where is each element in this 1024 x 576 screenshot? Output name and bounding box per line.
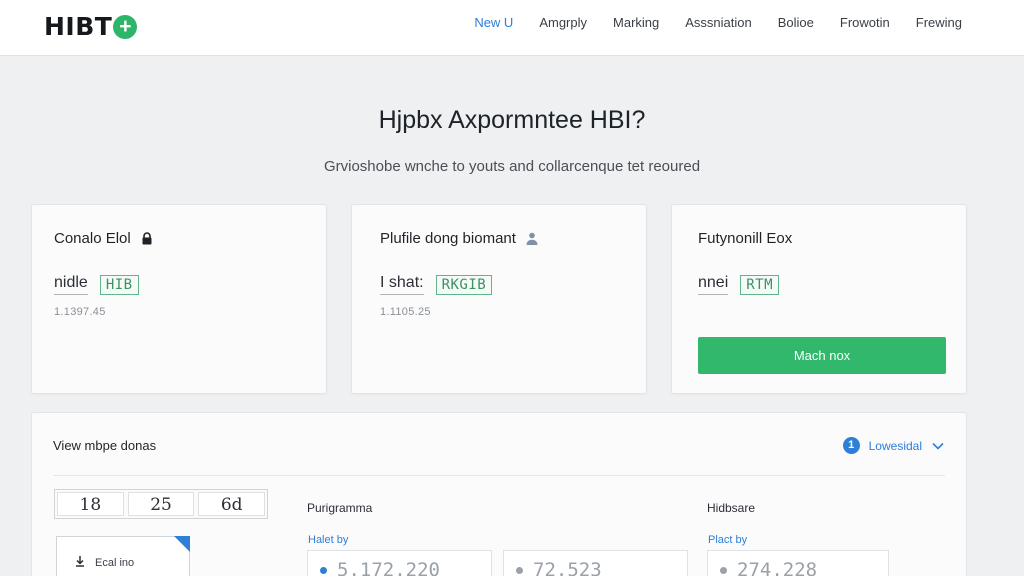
file-row: Ecal ino [75, 554, 134, 572]
plus-icon: + [113, 14, 138, 39]
logo-text: HIBT [44, 12, 113, 41]
card-field: I shat: RKGIB [380, 274, 493, 295]
value-field[interactable]: 5.172.220 [307, 550, 492, 576]
page-title: Hjpbx Axpormntee HBI? [378, 106, 646, 134]
card-value: 1.1397.45 [54, 306, 106, 318]
nav-item-amgrply[interactable]: Amgrply [539, 15, 587, 30]
card-value: 1.1105.25 [380, 306, 431, 318]
code-badge: HIB [99, 274, 139, 295]
code-badge: RKGIB [435, 274, 493, 295]
value-field[interactable]: 72.523 [503, 550, 688, 576]
filter-dropdown[interactable]: 1 Lowesidal [842, 437, 944, 454]
stats-group: 18 25 6d [54, 489, 268, 519]
file-label: Ecal ino [95, 557, 135, 569]
field-label: I shat: [380, 274, 424, 295]
card-field: nnei RTM [698, 274, 780, 295]
field-label: Halet by [308, 534, 349, 546]
card-header: Conalo Elol [54, 230, 153, 247]
details-panel: View mbpe donas 1 Lowesidal 18 25 6d Eca… [31, 412, 967, 576]
file-download-card[interactable]: Ecal ino [56, 536, 190, 576]
card-title: Plufile dong biomant [380, 230, 516, 247]
card-title: Conalo Elol [54, 230, 131, 247]
card-futynonill: Futynonill Eox nnei RTM Mach nox [671, 204, 967, 394]
nav-item-asssniation[interactable]: Asssniation [685, 15, 751, 30]
dot-icon [516, 566, 523, 574]
dot-icon [720, 566, 727, 574]
column-title: Hidbsare [707, 501, 756, 515]
nav-item-bolioe[interactable]: Bolioe [778, 15, 814, 30]
nav-item-frowotin[interactable]: Frowotin [840, 15, 890, 30]
card-title: Futynonill Eox [698, 230, 793, 247]
main-nav: New U Amgrply Marking Asssniation Bolioe… [448, 15, 962, 30]
nav-item-new[interactable]: New U [474, 15, 513, 30]
user-icon [526, 232, 538, 245]
field-label: nnei [698, 274, 729, 295]
card-conalo: Conalo Elol nidle HIB 1.1397.45 [31, 204, 327, 394]
card-profile: Plufile dong biomant I shat: RKGIB 1.110… [351, 204, 647, 394]
field-label: Plact by [708, 534, 748, 546]
divider [53, 475, 945, 476]
nav-item-frewing[interactable]: Frewing [916, 15, 962, 30]
logo[interactable]: HIBT + [44, 12, 138, 41]
top-bar: HIBT + New U Amgrply Marking Asssniation… [0, 0, 1024, 56]
count-badge: 1 [842, 437, 860, 454]
nav-item-marking[interactable]: Marking [613, 15, 659, 30]
lock-icon [141, 232, 153, 245]
value-text: 72.523 [533, 559, 602, 576]
download-icon [75, 554, 85, 572]
dropdown-label: Lowesidal [868, 438, 922, 453]
mach-nox-button[interactable]: Mach nox [698, 337, 946, 374]
stat-value: 18 [57, 492, 124, 516]
card-field: nidle HIB [54, 274, 139, 295]
value-text: 5.172.220 [337, 559, 440, 576]
page-subtitle: Grvioshobe wnche to youts and collarcenq… [323, 158, 701, 175]
code-badge: RTM [740, 274, 780, 295]
card-header: Plufile dong biomant [380, 230, 538, 247]
panel-title: View mbpe donas [53, 438, 157, 453]
dot-icon [320, 566, 327, 574]
chevron-down-icon [932, 442, 944, 450]
stat-value: 6d [198, 492, 266, 516]
file-corner [174, 536, 190, 552]
field-label: nidle [54, 274, 88, 295]
value-field[interactable]: 274.228 [707, 550, 889, 576]
column-title: Purigramma [307, 501, 373, 515]
stat-value: 25 [127, 492, 195, 516]
value-text: 274.228 [737, 559, 818, 576]
